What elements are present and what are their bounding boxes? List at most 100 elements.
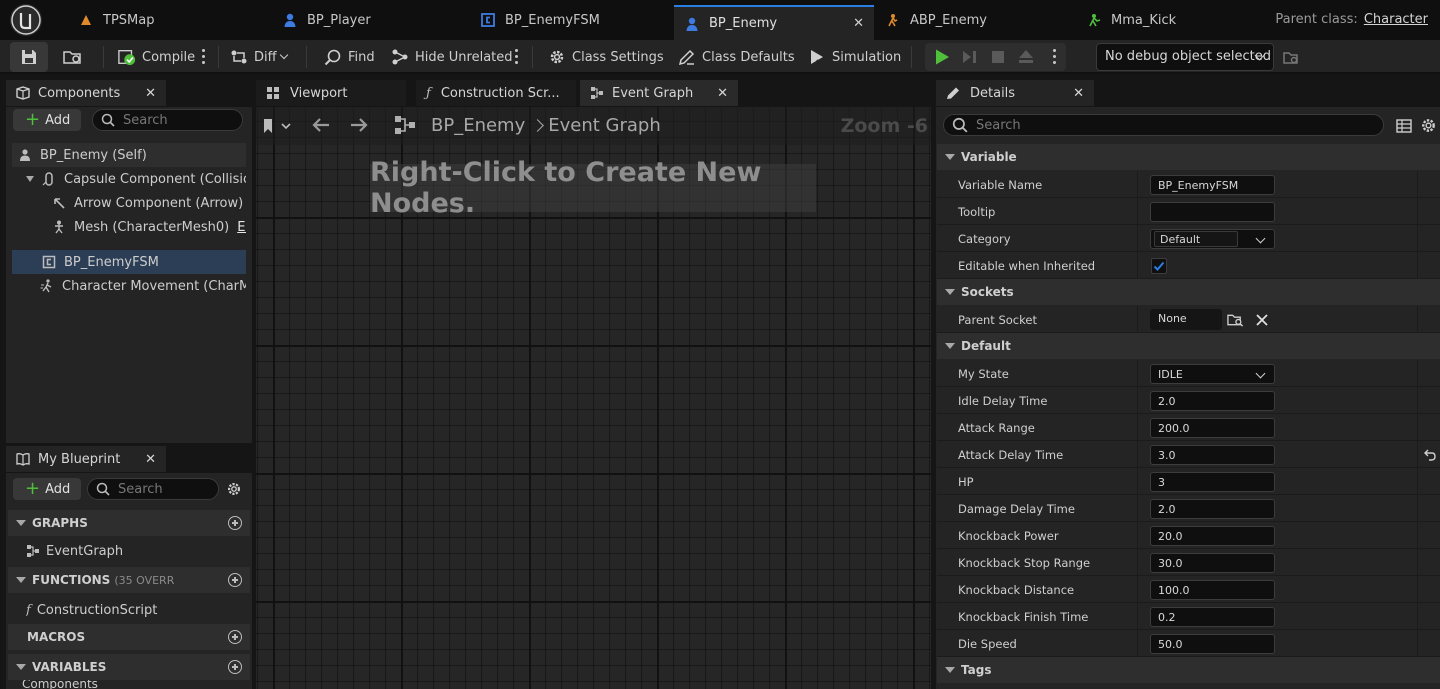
add-member-button[interactable]: + Add	[13, 478, 81, 500]
browse-socket-icon[interactable]	[1227, 312, 1244, 328]
property-value-input[interactable]: 2.0	[1150, 391, 1275, 411]
my-state-select[interactable]: IDLE	[1150, 364, 1275, 384]
breadcrumb-root[interactable]: BP_Enemy	[431, 115, 525, 136]
close-icon[interactable]: ✕	[717, 86, 728, 101]
property-value-input[interactable]: 0.2	[1150, 607, 1275, 627]
tab-tpsmap[interactable]: TPSMap	[78, 6, 154, 34]
property-value-input[interactable]: 20.0	[1150, 526, 1275, 546]
stop-icon[interactable]	[989, 48, 1007, 66]
category-combo[interactable]: Default	[1150, 229, 1275, 249]
tab-construction-script[interactable]: ƒ Construction Scr...	[416, 80, 576, 106]
simulation-button[interactable]: Simulation	[808, 43, 901, 71]
hide-unrelated-icon	[392, 49, 408, 65]
step-icon[interactable]	[961, 48, 979, 66]
settings-gear-icon[interactable]	[226, 481, 242, 497]
component-bp-enemyfsm[interactable]: BP_EnemyFSM	[12, 250, 246, 274]
components-search-input[interactable]: Search	[92, 109, 243, 131]
eject-icon[interactable]	[1017, 48, 1035, 66]
component-mesh[interactable]: Mesh (CharacterMesh0) Edit	[52, 215, 246, 239]
property-value-input[interactable]: 2.0	[1150, 499, 1275, 519]
my-blueprint-tab[interactable]: My Blueprint ✕	[6, 446, 166, 472]
function-item-constructionscript[interactable]: ƒ ConstructionScript	[26, 598, 246, 622]
debug-browse-icon[interactable]	[1282, 49, 1300, 67]
section-label: Tags	[961, 663, 992, 677]
save-button[interactable]	[10, 42, 48, 72]
hide-unrelated-options-icon[interactable]	[515, 49, 519, 65]
property-matrix-icon[interactable]	[1396, 118, 1412, 134]
property-value-input[interactable]: 30.0	[1150, 553, 1275, 573]
components-tab[interactable]: Components ✕	[6, 80, 166, 106]
hide-unrelated-label: Hide Unrelated	[415, 49, 513, 65]
property-value-input[interactable]: 3.0	[1150, 445, 1275, 465]
details-search-input[interactable]: Search	[943, 114, 1384, 136]
tags-section-header[interactable]: Tags	[937, 657, 1440, 683]
add-graph-icon[interactable]	[228, 516, 242, 530]
close-icon[interactable]: ✕	[145, 452, 156, 467]
hide-unrelated-button[interactable]: Hide Unrelated	[391, 43, 513, 71]
compile-options-icon[interactable]	[202, 49, 206, 65]
browse-button[interactable]	[62, 43, 84, 71]
tab-event-graph[interactable]: Event Graph ✕	[580, 80, 738, 106]
tooltip-input[interactable]	[1150, 202, 1275, 222]
class-settings-button[interactable]: Class Settings	[548, 43, 664, 71]
settings-gear-icon[interactable]	[1420, 117, 1437, 134]
editable-checkbox[interactable]	[1151, 258, 1167, 274]
tab-abp-enemy[interactable]: ABP_Enemy	[885, 6, 987, 34]
property-label: Idle Delay Time	[958, 394, 1048, 408]
close-icon[interactable]: ✕	[145, 86, 156, 101]
variables-section-header[interactable]: VARIABLES	[8, 654, 250, 680]
play-icon[interactable]	[933, 48, 951, 66]
clear-icon[interactable]	[1255, 313, 1269, 327]
macros-section-header[interactable]: MACROS	[8, 624, 250, 650]
property-value-input[interactable]: 50.0	[1150, 634, 1275, 654]
add-variable-icon[interactable]	[228, 660, 242, 674]
variable-category-components[interactable]: Components	[22, 680, 242, 689]
components-title: Components	[38, 85, 121, 101]
unreal-logo-icon[interactable]	[10, 4, 42, 36]
debug-object-select[interactable]: No debug object selected	[1096, 43, 1274, 71]
parent-class-link[interactable]: Character	[1364, 12, 1428, 27]
reset-to-default-icon[interactable]	[1423, 448, 1437, 462]
functions-section-header[interactable]: FUNCTIONS (35 OVERR	[8, 567, 250, 593]
functions-override-count: (35 OVERR	[114, 573, 175, 587]
tab-bp-enemy[interactable]: BP_Enemy ✕	[674, 5, 874, 40]
component-capsule[interactable]: Capsule Component (CollisionCy	[26, 167, 246, 191]
tab-mma-kick[interactable]: Mma_Kick	[1086, 6, 1176, 34]
graph-item-eventgraph[interactable]: EventGraph	[26, 539, 246, 563]
diff-button[interactable]: Diff	[230, 43, 288, 71]
tab-viewport[interactable]: Viewport	[256, 80, 406, 106]
gear-icon	[550, 50, 564, 64]
property-value-input[interactable]: 200.0	[1150, 418, 1275, 438]
close-icon[interactable]: ✕	[853, 16, 864, 31]
expand-triangle-icon[interactable]	[26, 176, 34, 182]
default-section-header[interactable]: Default	[937, 333, 1440, 359]
sockets-section-header[interactable]: Sockets	[937, 279, 1440, 305]
tab-bp-player[interactable]: BP_Player	[282, 6, 371, 34]
class-defaults-button[interactable]: Class Defaults	[678, 43, 795, 71]
add-function-icon[interactable]	[228, 573, 242, 587]
back-arrow-icon[interactable]	[311, 116, 331, 134]
details-tab[interactable]: Details ✕	[936, 80, 1094, 106]
edit-link[interactable]: Edit	[237, 220, 246, 235]
bookmark-icon[interactable]	[262, 117, 292, 135]
tab-bp-enemyfsm[interactable]: BP_EnemyFSM	[480, 6, 600, 34]
add-component-button[interactable]: + Add	[13, 109, 81, 131]
close-icon[interactable]: ✕	[1073, 86, 1084, 101]
variable-name-input[interactable]: BP_EnemyFSM	[1150, 175, 1275, 195]
find-button[interactable]: Find	[324, 43, 375, 71]
play-options-icon[interactable]	[1053, 49, 1057, 65]
component-self[interactable]: BP_Enemy (Self)	[12, 143, 246, 167]
chevron-down-icon	[279, 50, 288, 60]
property-value-input[interactable]: 100.0	[1150, 580, 1275, 600]
forward-arrow-icon[interactable]	[349, 116, 369, 134]
property-label: Variable Name	[958, 178, 1043, 192]
component-arrow[interactable]: Arrow Component (Arrow) Ed	[52, 191, 246, 215]
property-label: Category	[958, 232, 1011, 246]
compile-button[interactable]: Compile	[118, 43, 195, 71]
component-character-movement[interactable]: Character Movement (CharMove	[40, 274, 246, 298]
my-blueprint-search-input[interactable]: Search	[87, 478, 219, 500]
graphs-section-header[interactable]: GRAPHS	[8, 510, 250, 536]
variable-section-header[interactable]: Variable	[937, 144, 1440, 170]
add-macro-icon[interactable]	[228, 630, 242, 644]
property-value-input[interactable]: 3	[1150, 472, 1275, 492]
